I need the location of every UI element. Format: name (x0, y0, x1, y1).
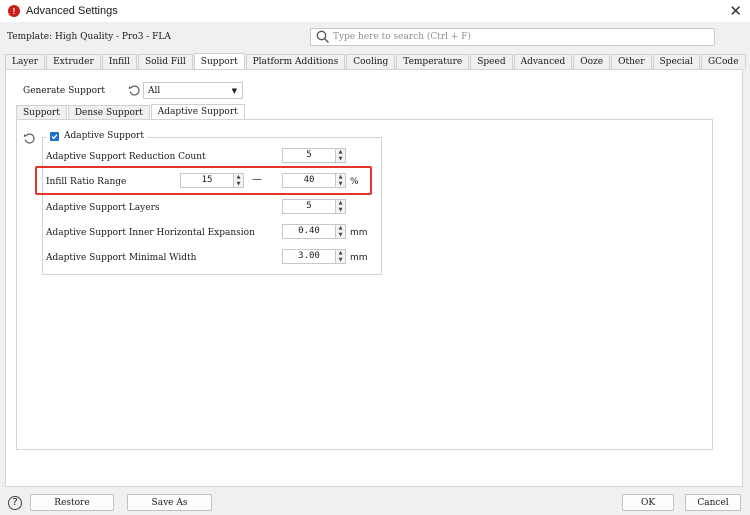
reduction-count-stepper[interactable]: 5 ▲ ▼ (282, 148, 346, 163)
ok-button[interactable]: OK (622, 494, 674, 511)
template-row: Template: High Quality - Pro3 - FLA (0, 24, 750, 50)
window-title: Advanced Settings (26, 5, 118, 17)
inner-expansion-unit: mm (350, 228, 368, 238)
support-panel: Generate Support All ▼ Support Dense Sup… (5, 69, 743, 487)
reset-icon[interactable] (128, 84, 141, 97)
save-as-button[interactable]: Save As (127, 494, 212, 511)
template-label: Template: High Quality - Pro3 - FLA (7, 32, 171, 42)
subtab-adaptive-support[interactable]: Adaptive Support (150, 104, 245, 119)
bottom-bar: ? Restore Save As OK Cancel (0, 490, 750, 515)
minimal-width-stepper[interactable]: 3.00 ▲ ▼ (282, 249, 346, 264)
minimal-width-label: Adaptive Support Minimal Width (46, 253, 197, 263)
adaptive-support-header: Adaptive Support (47, 131, 147, 141)
subtab-support[interactable]: Support (16, 105, 67, 119)
generate-support-value: All (148, 85, 161, 96)
app-logo-icon: ! (8, 5, 20, 17)
help-icon[interactable]: ? (8, 496, 22, 510)
stepper-up-icon[interactable]: ▲ (336, 149, 345, 155)
stepper-up-icon[interactable]: ▲ (336, 250, 345, 256)
layers-label: Adaptive Support Layers (46, 203, 160, 213)
tab-support[interactable]: Support (193, 53, 245, 69)
adaptive-support-checkbox[interactable] (50, 131, 59, 141)
tab-speed[interactable]: Speed (470, 54, 513, 69)
stepper-down-icon[interactable]: ▼ (336, 207, 345, 213)
close-icon[interactable]: ✕ (729, 2, 742, 20)
layers-value: 5 (306, 201, 312, 211)
generate-support-label: Generate Support (23, 86, 105, 96)
stepper-up-icon[interactable]: ▲ (336, 200, 345, 206)
title-bar: ! Advanced Settings ✕ (0, 0, 750, 22)
cancel-button[interactable]: Cancel (685, 494, 741, 511)
inner-expansion-value: 0.40 (298, 226, 320, 236)
stepper-down-icon[interactable]: ▼ (336, 156, 345, 162)
tab-cooling[interactable]: Cooling (346, 54, 396, 69)
tab-ooze[interactable]: Ooze (573, 54, 611, 69)
tab-gcode[interactable]: GCode (700, 54, 746, 69)
search-input[interactable] (333, 29, 714, 45)
tab-temperature[interactable]: Temperature (396, 54, 470, 69)
main-tab-bar: Layer Extruder Infill Solid Fill Support… (5, 53, 747, 70)
tab-extruder[interactable]: Extruder (46, 54, 101, 69)
reduction-count-value: 5 (306, 150, 312, 160)
check-icon (51, 133, 58, 139)
stepper-down-icon[interactable]: ▼ (336, 257, 345, 263)
tab-layer[interactable]: Layer (5, 54, 46, 69)
tab-platform-additions[interactable]: Platform Additions (245, 54, 346, 69)
minimal-width-unit: mm (350, 253, 368, 263)
generate-support-select[interactable]: All ▼ (143, 82, 243, 99)
search-box[interactable] (310, 28, 715, 46)
minimal-width-value: 3.00 (298, 251, 320, 261)
sub-tab-bar: Support Dense Support Adaptive Support (16, 104, 246, 119)
adaptive-support-group-label: Adaptive Support (64, 131, 144, 141)
chevron-down-icon: ▼ (231, 87, 237, 95)
adaptive-reset-icon[interactable] (23, 132, 36, 145)
tab-special[interactable]: Special (652, 54, 700, 69)
reduction-count-label: Adaptive Support Reduction Count (46, 152, 206, 162)
stepper-down-icon[interactable]: ▼ (336, 232, 345, 238)
layers-stepper[interactable]: 5 ▲ ▼ (282, 199, 346, 214)
stepper-up-icon[interactable]: ▲ (336, 225, 345, 231)
tab-other[interactable]: Other (611, 54, 652, 69)
subtab-dense-support[interactable]: Dense Support (67, 105, 150, 119)
tab-solid-fill[interactable]: Solid Fill (137, 54, 193, 69)
search-icon (316, 30, 329, 43)
inner-expansion-label: Adaptive Support Inner Horizontal Expans… (46, 228, 255, 238)
highlight-box (35, 166, 372, 195)
restore-button[interactable]: Restore (30, 494, 114, 511)
tab-infill[interactable]: Infill (101, 54, 137, 69)
inner-expansion-stepper[interactable]: 0.40 ▲ ▼ (282, 224, 346, 239)
tab-advanced[interactable]: Advanced (513, 54, 573, 69)
